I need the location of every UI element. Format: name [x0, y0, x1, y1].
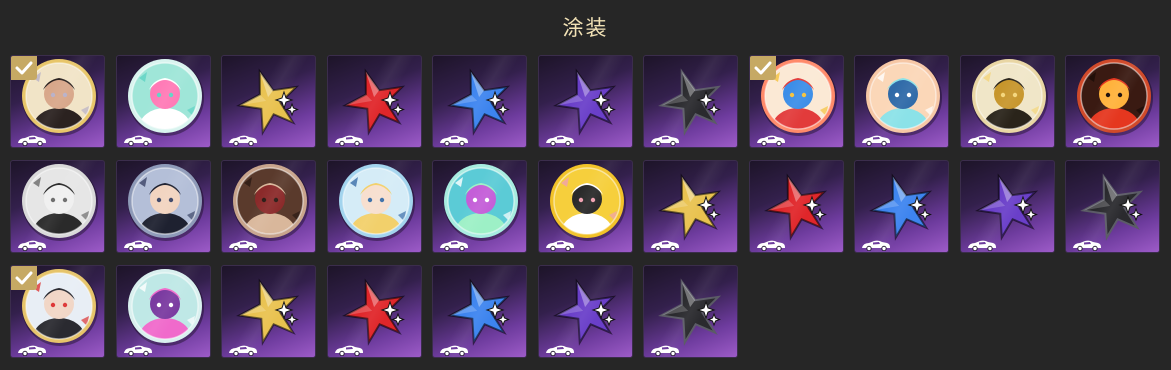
vehicle-type-icon — [17, 341, 47, 357]
star-black-3-tile[interactable] — [643, 265, 738, 358]
star-black-tile[interactable] — [643, 55, 738, 148]
star-gold-2-tile[interactable] — [643, 160, 738, 253]
avatar-gold-emblem-tile[interactable] — [960, 55, 1055, 148]
star-purple-3-tile[interactable] — [538, 265, 633, 358]
avatar-dark-hair-tile[interactable] — [116, 160, 211, 253]
vehicle-type-icon — [439, 341, 469, 357]
vehicle-type-icon — [1072, 131, 1102, 147]
avatar-stickers-tile[interactable] — [749, 55, 844, 148]
star-gold-tile[interactable] — [221, 55, 316, 148]
avatar-character-2-tile[interactable] — [10, 265, 105, 358]
avatar-cow-tile[interactable] — [538, 160, 633, 253]
skin-grid — [10, 55, 1170, 365]
vehicle-type-icon — [756, 131, 786, 147]
star-blue-2-tile[interactable] — [854, 160, 949, 253]
avatar-blonde-chibi-tile[interactable] — [327, 160, 422, 253]
star-blue-tile[interactable] — [432, 55, 527, 148]
vehicle-type-icon — [123, 131, 153, 147]
star-red-3-tile[interactable] — [327, 265, 422, 358]
vehicle-type-icon — [334, 341, 364, 357]
vehicle-type-icon — [439, 131, 469, 147]
star-blue-3-tile[interactable] — [432, 265, 527, 358]
avatar-group-tile[interactable] — [221, 160, 316, 253]
avatar-aqua-swirl-tile[interactable] — [432, 160, 527, 253]
star-purple-tile[interactable] — [538, 55, 633, 148]
vehicle-type-icon — [228, 131, 258, 147]
star-red-2-tile[interactable] — [749, 160, 844, 253]
vehicle-type-icon — [17, 236, 47, 252]
vehicle-type-icon — [439, 236, 469, 252]
vehicle-type-icon — [17, 131, 47, 147]
vehicle-type-icon — [650, 131, 680, 147]
equipped-check-icon — [750, 56, 776, 80]
avatar-masked-figure-tile[interactable] — [10, 160, 105, 253]
vehicle-type-icon — [228, 236, 258, 252]
vehicle-type-icon — [967, 236, 997, 252]
equipped-check-icon — [11, 56, 37, 80]
vehicle-type-icon — [861, 131, 891, 147]
vehicle-type-icon — [545, 341, 575, 357]
avatar-mint-wave-tile[interactable] — [116, 55, 211, 148]
vehicle-type-icon — [334, 131, 364, 147]
avatar-character-tile[interactable] — [10, 55, 105, 148]
vehicle-type-icon — [1072, 236, 1102, 252]
vehicle-type-icon — [650, 341, 680, 357]
vehicle-type-icon — [123, 341, 153, 357]
vehicle-type-icon — [334, 236, 364, 252]
vehicle-type-icon — [545, 236, 575, 252]
star-red-tile[interactable] — [327, 55, 422, 148]
avatar-mecha-cat-tile[interactable] — [854, 55, 949, 148]
vehicle-type-icon — [967, 131, 997, 147]
avatar-red-creature-tile[interactable] — [1065, 55, 1160, 148]
vehicle-type-icon — [123, 236, 153, 252]
page-title: 涂装 — [562, 16, 609, 40]
vehicle-type-icon — [861, 236, 891, 252]
star-black-2-tile[interactable] — [1065, 160, 1160, 253]
avatar-pink-cat-tile[interactable] — [116, 265, 211, 358]
vehicle-type-icon — [545, 131, 575, 147]
vehicle-type-icon — [650, 236, 680, 252]
vehicle-type-icon — [228, 341, 258, 357]
vehicle-type-icon — [756, 236, 786, 252]
star-purple-2-tile[interactable] — [960, 160, 1055, 253]
star-gold-3-tile[interactable] — [221, 265, 316, 358]
equipped-check-icon — [11, 266, 37, 290]
